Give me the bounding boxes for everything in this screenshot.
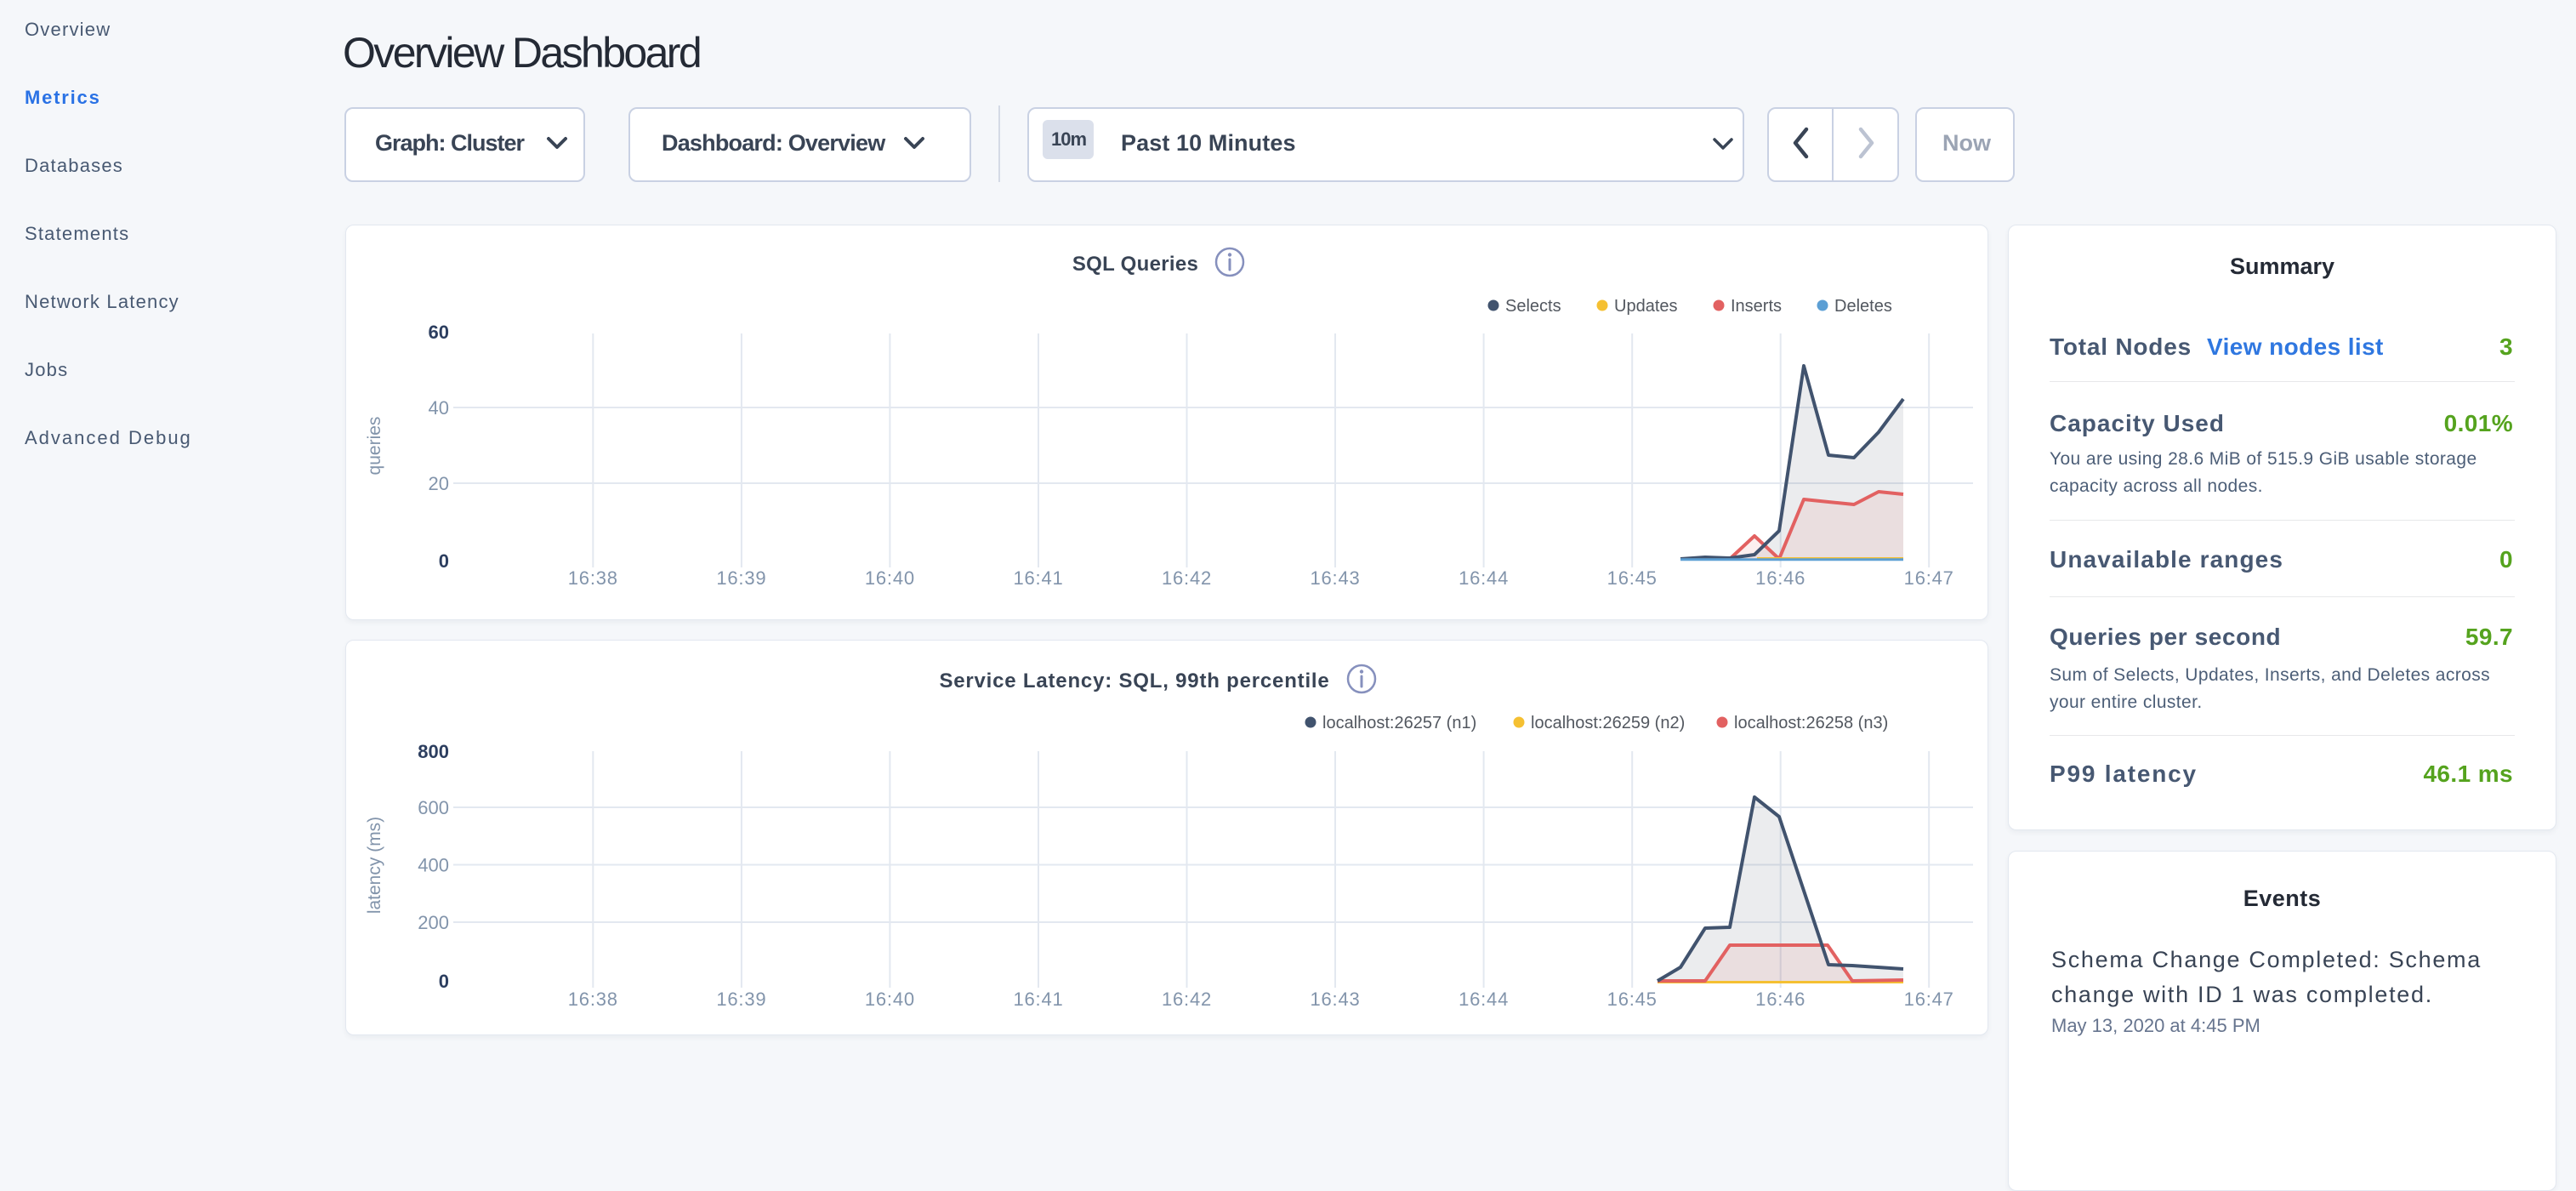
svg-text:200: 200 (418, 912, 449, 933)
svg-text:800: 800 (418, 741, 449, 762)
svg-text:Service Latency: SQL, 99th per: Service Latency: SQL, 99th percentile (939, 670, 1329, 692)
svg-text:16:45: 16:45 (1607, 989, 1658, 1010)
svg-text:16:45: 16:45 (1607, 567, 1658, 589)
svg-text:localhost:26259 (n2): localhost:26259 (n2) (1531, 714, 1685, 732)
svg-text:latency (ms): latency (ms) (365, 817, 384, 914)
svg-text:16:46: 16:46 (1755, 989, 1805, 1010)
svg-text:0: 0 (439, 971, 449, 992)
svg-text:Inserts: Inserts (1731, 297, 1782, 316)
svg-text:queries: queries (365, 417, 384, 476)
svg-text:16:41: 16:41 (1013, 989, 1063, 1010)
svg-text:localhost:26258 (n3): localhost:26258 (n3) (1734, 714, 1888, 732)
svg-text:SQL Queries: SQL Queries (1072, 253, 1198, 276)
svg-text:16:43: 16:43 (1310, 989, 1360, 1010)
svg-text:0: 0 (439, 550, 449, 572)
svg-text:16:47: 16:47 (1904, 567, 1954, 589)
svg-text:40: 40 (429, 397, 449, 419)
svg-text:16:44: 16:44 (1459, 567, 1509, 589)
svg-text:16:39: 16:39 (716, 989, 766, 1010)
svg-text:Deletes: Deletes (1834, 297, 1892, 316)
svg-text:16:46: 16:46 (1755, 567, 1805, 589)
svg-text:60: 60 (429, 322, 449, 343)
svg-text:16:41: 16:41 (1013, 567, 1063, 589)
svg-text:16:38: 16:38 (568, 989, 618, 1010)
svg-text:400: 400 (418, 855, 449, 876)
svg-text:600: 600 (418, 797, 449, 818)
svg-text:20: 20 (429, 473, 449, 494)
svg-text:localhost:26257 (n1): localhost:26257 (n1) (1322, 714, 1476, 732)
svg-text:16:40: 16:40 (865, 989, 915, 1010)
svg-text:16:38: 16:38 (568, 567, 618, 589)
svg-text:16:39: 16:39 (716, 567, 766, 589)
svg-text:16:44: 16:44 (1459, 989, 1509, 1010)
svg-text:16:42: 16:42 (1162, 989, 1212, 1010)
svg-text:Updates: Updates (1614, 297, 1678, 316)
svg-text:16:40: 16:40 (865, 567, 915, 589)
svg-text:16:42: 16:42 (1162, 567, 1212, 589)
svg-text:Selects: Selects (1505, 297, 1561, 316)
svg-text:16:43: 16:43 (1310, 567, 1360, 589)
svg-text:16:47: 16:47 (1904, 989, 1954, 1010)
